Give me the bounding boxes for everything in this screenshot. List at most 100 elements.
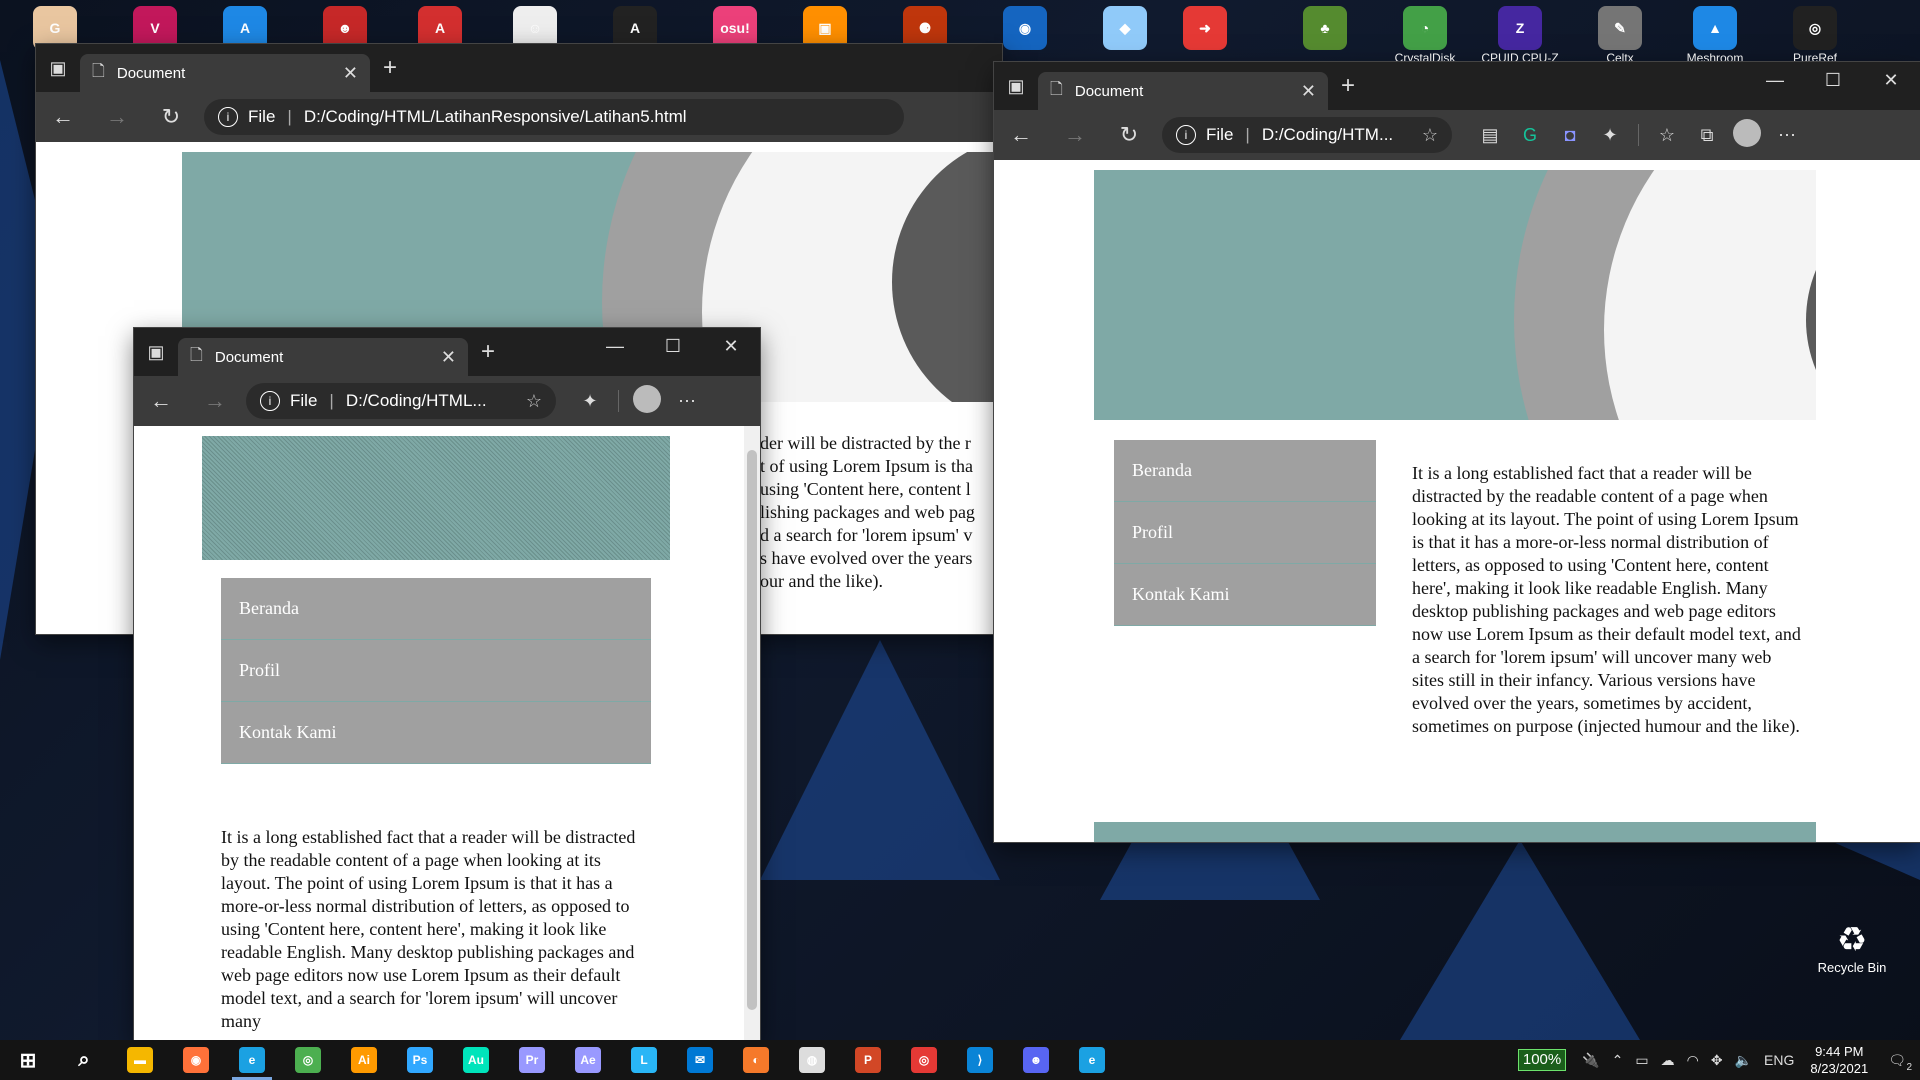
recycle-bin[interactable]: ♻ Recycle Bin	[1802, 920, 1902, 975]
desktop-icon[interactable]: ◎ PureRef	[1770, 0, 1860, 70]
minimize-icon[interactable]: —	[1746, 62, 1804, 98]
info-icon[interactable]: i	[260, 391, 280, 411]
address-bar[interactable]: i File | D:/Coding/HTM... ☆	[1162, 117, 1452, 153]
taskbar-app[interactable]: Ae	[560, 1040, 616, 1080]
taskbar-app[interactable]: P	[840, 1040, 896, 1080]
refresh-button[interactable]: ↻	[1102, 122, 1156, 148]
maximize-icon[interactable]: ☐	[1804, 62, 1862, 98]
language-indicator[interactable]: ENG	[1764, 1052, 1794, 1068]
address-bar[interactable]: i File | D:/Coding/HTML... ☆	[246, 383, 556, 419]
taskbar-app[interactable]: ⟩	[952, 1040, 1008, 1080]
back-button[interactable]: ←	[994, 122, 1048, 148]
profile-avatar[interactable]	[1727, 118, 1767, 152]
taskbar-app[interactable]: e	[1064, 1040, 1120, 1080]
taskbar-app[interactable]: ✉	[672, 1040, 728, 1080]
search-icon[interactable]: ⌕	[56, 1040, 112, 1080]
collections-icon[interactable]: ⧉	[1687, 125, 1727, 146]
app-icon: ◆	[1103, 6, 1147, 50]
nav-item-profil[interactable]: Profil	[221, 640, 651, 702]
forward-button[interactable]: →	[90, 104, 144, 130]
profile-avatar[interactable]	[627, 384, 667, 418]
browser-window-small[interactable]: ▣ 🗋 Document ✕ + — ☐ ✕ ← → i File | D:/C…	[134, 328, 760, 1040]
nav-item-beranda[interactable]: Beranda	[221, 578, 651, 640]
new-tab-button[interactable]: +	[1328, 72, 1368, 100]
close-tab-icon[interactable]: ✕	[441, 347, 456, 368]
taskbar-app[interactable]: ☻	[1008, 1040, 1064, 1080]
extension-icon[interactable]: ▤	[1470, 125, 1510, 146]
cloud-icon[interactable]: ☁	[1661, 1052, 1675, 1069]
maximize-icon[interactable]: ☐	[644, 328, 702, 364]
tab-actions-icon[interactable]: ▣	[994, 62, 1038, 110]
grammarly-icon[interactable]: G	[1510, 125, 1550, 146]
tab-document[interactable]: 🗋 Document ✕	[80, 54, 370, 92]
info-icon[interactable]: i	[218, 107, 238, 127]
tab-actions-icon[interactable]: ▣	[134, 328, 178, 376]
tab-actions-icon[interactable]: ▣	[36, 44, 80, 92]
taskbar-app[interactable]: Ps	[392, 1040, 448, 1080]
desktop-icon[interactable]: Z CPUID CPU-Z	[1475, 0, 1565, 70]
desktop-icon[interactable]: ♣	[1280, 0, 1370, 70]
new-tab-button[interactable]: +	[370, 54, 410, 82]
desktop-icon[interactable]: ✎ Celtx	[1575, 0, 1665, 70]
close-tab-icon[interactable]: ✕	[343, 63, 358, 84]
vertical-scrollbar[interactable]	[744, 426, 760, 1040]
notification-icon[interactable]: 🗨 2	[1888, 1052, 1912, 1073]
tab-document[interactable]: 🗋 Document ✕	[1038, 72, 1328, 110]
chevron-up-icon[interactable]: ⌃	[1612, 1052, 1624, 1069]
app-icon: ◍	[799, 1047, 825, 1073]
back-button[interactable]: ←	[36, 104, 90, 130]
desktop-icon[interactable]: ➜	[1160, 0, 1250, 70]
scrollbar-thumb[interactable]	[747, 450, 757, 1010]
address-bar[interactable]: i File | D:/Coding/HTML/LatihanResponsiv…	[204, 99, 904, 135]
taskbar-app[interactable]: L	[616, 1040, 672, 1080]
new-tab-button[interactable]: +	[468, 338, 508, 366]
browser-window-right[interactable]: ▣ 🗋 Document ✕ + — ☐ ✕ ← → ↻ i File | D:…	[994, 62, 1920, 842]
close-tab-icon[interactable]: ✕	[1301, 81, 1316, 102]
battery-icon[interactable]: ▭	[1635, 1052, 1648, 1069]
tab-document[interactable]: 🗋 Document ✕	[178, 338, 468, 376]
nav-item-kontak-kami[interactable]: Kontak Kami	[1114, 564, 1376, 626]
page-paragraph: It is a long established fact that a rea…	[221, 827, 636, 1031]
discord-extension-icon[interactable]: ◘	[1550, 125, 1590, 146]
forward-button[interactable]: →	[1048, 122, 1102, 148]
desktop-icon[interactable]: ◔ CrystalDisk	[1380, 0, 1470, 70]
close-window-icon[interactable]: ✕	[1862, 62, 1920, 98]
forward-button[interactable]: →	[188, 388, 242, 414]
taskbar-app[interactable]: ▬	[112, 1040, 168, 1080]
close-window-icon[interactable]: ✕	[702, 328, 760, 364]
taskbar-app[interactable]: e	[224, 1040, 280, 1080]
avatar	[633, 384, 661, 413]
nav-item-beranda[interactable]: Beranda	[1114, 440, 1376, 502]
favorites-icon[interactable]: ☆	[1647, 125, 1687, 146]
taskbar-app[interactable]: ◍	[784, 1040, 840, 1080]
nav-item-kontak-kami[interactable]: Kontak Kami	[221, 702, 651, 764]
minimize-icon[interactable]: —	[586, 328, 644, 364]
battery-indicator[interactable]: 100%	[1517, 1049, 1567, 1071]
add-favorite-icon[interactable]: ☆	[1422, 125, 1438, 146]
back-button[interactable]: ←	[134, 388, 188, 414]
taskbar-app[interactable]: ◎	[896, 1040, 952, 1080]
power-plug-icon[interactable]: 🔌	[1582, 1052, 1599, 1069]
dropbox-icon[interactable]: ✥	[1711, 1052, 1723, 1069]
volume-icon[interactable]: 🔈	[1735, 1052, 1752, 1069]
info-icon[interactable]: i	[1176, 125, 1196, 145]
taskbar-app[interactable]: Pr	[504, 1040, 560, 1080]
nav-item-profil[interactable]: Profil	[1114, 502, 1376, 564]
more-menu-icon[interactable]: ⋯	[667, 391, 707, 412]
taskbar-app[interactable]: Au	[448, 1040, 504, 1080]
desktop-icon[interactable]: ◆	[1080, 0, 1170, 70]
clock[interactable]: 9:44 PM 8/23/2021	[1810, 1043, 1868, 1077]
wifi-icon[interactable]: ◠	[1687, 1052, 1699, 1069]
start-button[interactable]: ⊞	[0, 1040, 56, 1080]
desktop-icon[interactable]: ▲ Meshroom	[1670, 0, 1760, 70]
taskbar-app[interactable]: Ai	[336, 1040, 392, 1080]
extensions-puzzle-icon[interactable]: ✦	[570, 391, 610, 412]
taskbar-app[interactable]: ◐	[728, 1040, 784, 1080]
extensions-puzzle-icon[interactable]: ✦	[1590, 125, 1630, 146]
taskbar-app[interactable]: ◎	[280, 1040, 336, 1080]
url-separator: |	[1245, 125, 1250, 144]
add-favorite-icon[interactable]: ☆	[526, 391, 542, 412]
refresh-button[interactable]: ↻	[144, 104, 198, 130]
taskbar-app[interactable]: ◉	[168, 1040, 224, 1080]
more-menu-icon[interactable]: ⋯	[1767, 125, 1807, 146]
